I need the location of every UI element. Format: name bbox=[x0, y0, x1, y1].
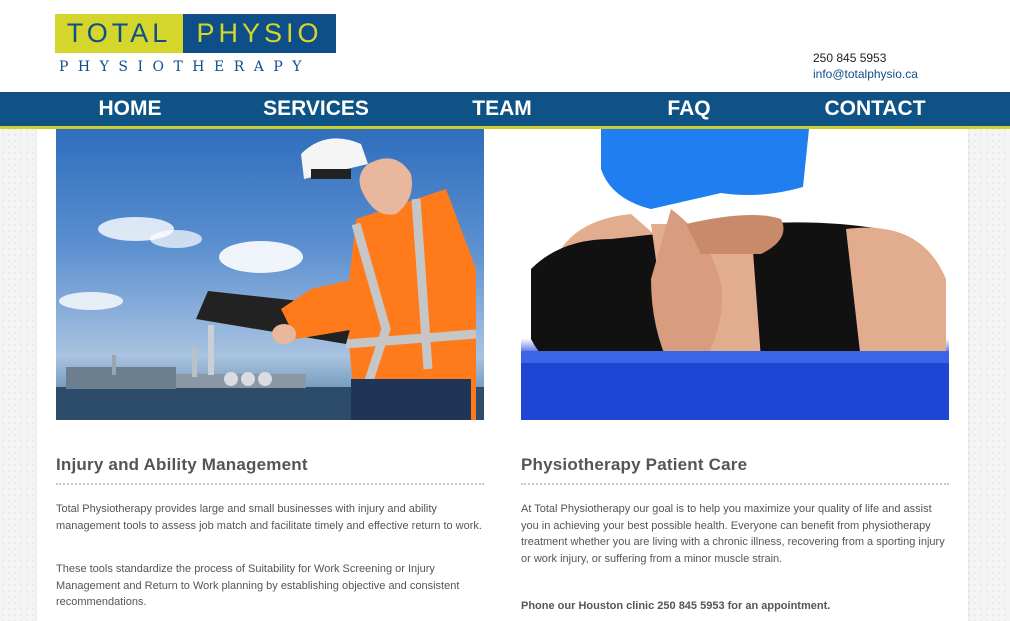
nav-home[interactable]: HOME bbox=[50, 92, 210, 126]
worker-photo bbox=[56, 129, 484, 420]
worker-illustration bbox=[56, 138, 484, 420]
site-logo[interactable]: TOTAL PHYSIO PHYSIOTHERAPY bbox=[55, 14, 336, 75]
heading-divider bbox=[56, 483, 484, 485]
nav-contact[interactable]: CONTACT bbox=[795, 92, 955, 126]
patient-illustration bbox=[521, 129, 949, 420]
main-content: Injury and Ability Management Total Phys… bbox=[37, 129, 968, 621]
section-heading-injury: Injury and Ability Management bbox=[56, 455, 308, 474]
logo-word-total: TOTAL bbox=[55, 14, 183, 53]
nav-services[interactable]: SERVICES bbox=[236, 92, 396, 126]
nav-team[interactable]: TEAM bbox=[422, 92, 582, 126]
patient-photo bbox=[521, 129, 949, 420]
header-phone: 250 845 5953 bbox=[813, 51, 887, 65]
header-contact: 250 845 5953 info@totalphysio.ca bbox=[813, 50, 918, 82]
header-email-link[interactable]: info@totalphysio.ca bbox=[813, 66, 918, 82]
site-header: TOTAL PHYSIO PHYSIOTHERAPY 250 845 5953 … bbox=[0, 0, 1010, 92]
injury-paragraph-2: These tools standardize the process of S… bbox=[56, 563, 460, 608]
heading-divider bbox=[521, 483, 949, 485]
logo-wordmark: TOTAL PHYSIO bbox=[55, 14, 336, 53]
section-injury-management: Injury and Ability Management Total Phys… bbox=[56, 129, 484, 608]
nav-faq[interactable]: FAQ bbox=[609, 92, 769, 126]
patient-care-paragraph: At Total Physiotherapy our goal is to he… bbox=[521, 503, 945, 565]
injury-paragraph-1: Total Physiotherapy provides large and s… bbox=[56, 503, 482, 532]
main-nav: HOME SERVICES TEAM FAQ CONTACT bbox=[0, 92, 1010, 129]
section-patient-care: Physiotherapy Patient Care At Total Phys… bbox=[521, 129, 949, 612]
section-heading-patient-care: Physiotherapy Patient Care bbox=[521, 455, 748, 474]
appointment-cta: Phone our Houston clinic 250 845 5953 fo… bbox=[521, 600, 831, 612]
logo-word-physio: PHYSIO bbox=[183, 14, 336, 53]
logo-subtitle: PHYSIOTHERAPY bbox=[59, 59, 312, 75]
